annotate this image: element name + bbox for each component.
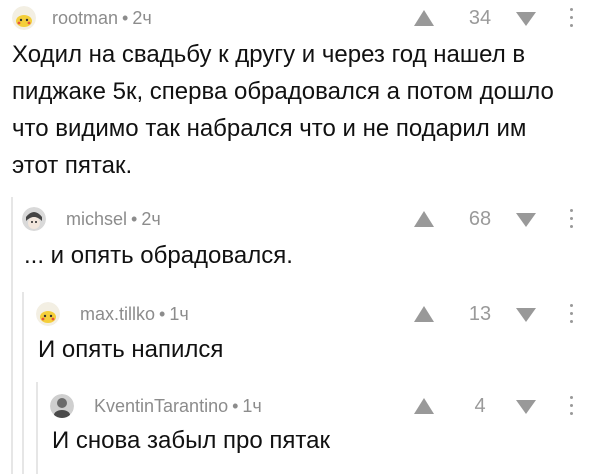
username-link[interactable]: michsel	[66, 209, 127, 229]
comment-text: И опять напился	[38, 331, 223, 368]
comment-kventintarantino: KventinTarantino • 1ч 4 И снова забыл про …	[0, 392, 600, 472]
up-arrow-icon[interactable]	[414, 306, 434, 322]
comment-text: Ходил на свадьбу к другу и через год наш…	[12, 36, 554, 184]
down-arrow-icon[interactable]	[516, 213, 536, 227]
username-link[interactable]: max.tillko	[80, 304, 155, 324]
comment-text-line: ... и опять обрадовался.	[24, 242, 293, 269]
up-arrow-icon[interactable]	[414, 398, 434, 414]
comment-header: rootman • 2ч 34	[0, 4, 600, 34]
down-arrow-icon[interactable]	[516, 308, 536, 322]
meta-separator: •	[159, 304, 166, 324]
comment-header: KventinTarantino • 1ч 4	[0, 392, 600, 422]
comment-text: ... и опять обрадовался.	[24, 237, 293, 274]
comment-text: И снова забыл про пятак	[52, 422, 330, 459]
comment-text-line: И опять напился	[38, 336, 224, 363]
comment-text-line: что видимо так набрался что и не подарил…	[12, 115, 527, 142]
comment-time: 1ч	[169, 304, 189, 324]
comment-score: 13	[468, 303, 492, 325]
comment-meta: KventinTarantino • 1ч	[94, 396, 262, 417]
meta-separator: •	[232, 396, 239, 416]
comment-meta: michsel • 2ч	[66, 209, 161, 230]
comment-header: michsel • 2ч 68	[0, 205, 600, 235]
up-arrow-icon[interactable]	[414, 211, 434, 227]
comment-max-tillko: max.tillko • 1ч 13 И опять напился	[0, 300, 600, 380]
comment-rootman: rootman • 2ч 34 Ходил на свадьбу к другу и…	[0, 0, 600, 190]
up-arrow-icon[interactable]	[414, 10, 434, 26]
comment-michsel: michsel • 2ч 68 ... и опять обрадовался.	[0, 205, 600, 285]
down-arrow-icon[interactable]	[516, 12, 536, 26]
username-link[interactable]: KventinTarantino	[94, 396, 228, 416]
comment-score: 68	[468, 208, 492, 230]
anime-avatar-icon[interactable]	[22, 207, 46, 231]
comment-time: 2ч	[141, 209, 161, 229]
meta-separator: •	[122, 8, 129, 28]
pikachu-avatar-icon[interactable]	[36, 302, 60, 326]
comment-time: 1ч	[242, 396, 262, 416]
comment-score: 34	[468, 7, 492, 29]
down-arrow-icon[interactable]	[516, 400, 536, 414]
meta-separator: •	[131, 209, 138, 229]
username-link[interactable]: rootman	[52, 8, 118, 28]
comment-time: 2ч	[132, 8, 152, 28]
comment-score: 4	[474, 395, 486, 417]
comment-meta: max.tillko • 1ч	[80, 304, 189, 325]
pikachu-avatar-icon[interactable]	[12, 6, 36, 30]
more-vertical-icon[interactable]	[568, 396, 574, 418]
more-vertical-icon[interactable]	[568, 209, 574, 231]
comment-meta: rootman • 2ч	[52, 8, 152, 29]
comment-text-line: пиджаке 5к, сперва обрадовался а потом д…	[12, 78, 554, 105]
more-vertical-icon[interactable]	[568, 8, 574, 30]
more-vertical-icon[interactable]	[568, 304, 574, 326]
comment-text-line: Ходил на свадьбу к другу и через год наш…	[12, 41, 526, 68]
photo-avatar-icon[interactable]	[50, 394, 74, 418]
comment-header: max.tillko • 1ч 13	[0, 300, 600, 330]
comment-text-line: этот пятак.	[12, 152, 133, 179]
comment-text-line: И снова забыл про пятак	[52, 427, 330, 454]
